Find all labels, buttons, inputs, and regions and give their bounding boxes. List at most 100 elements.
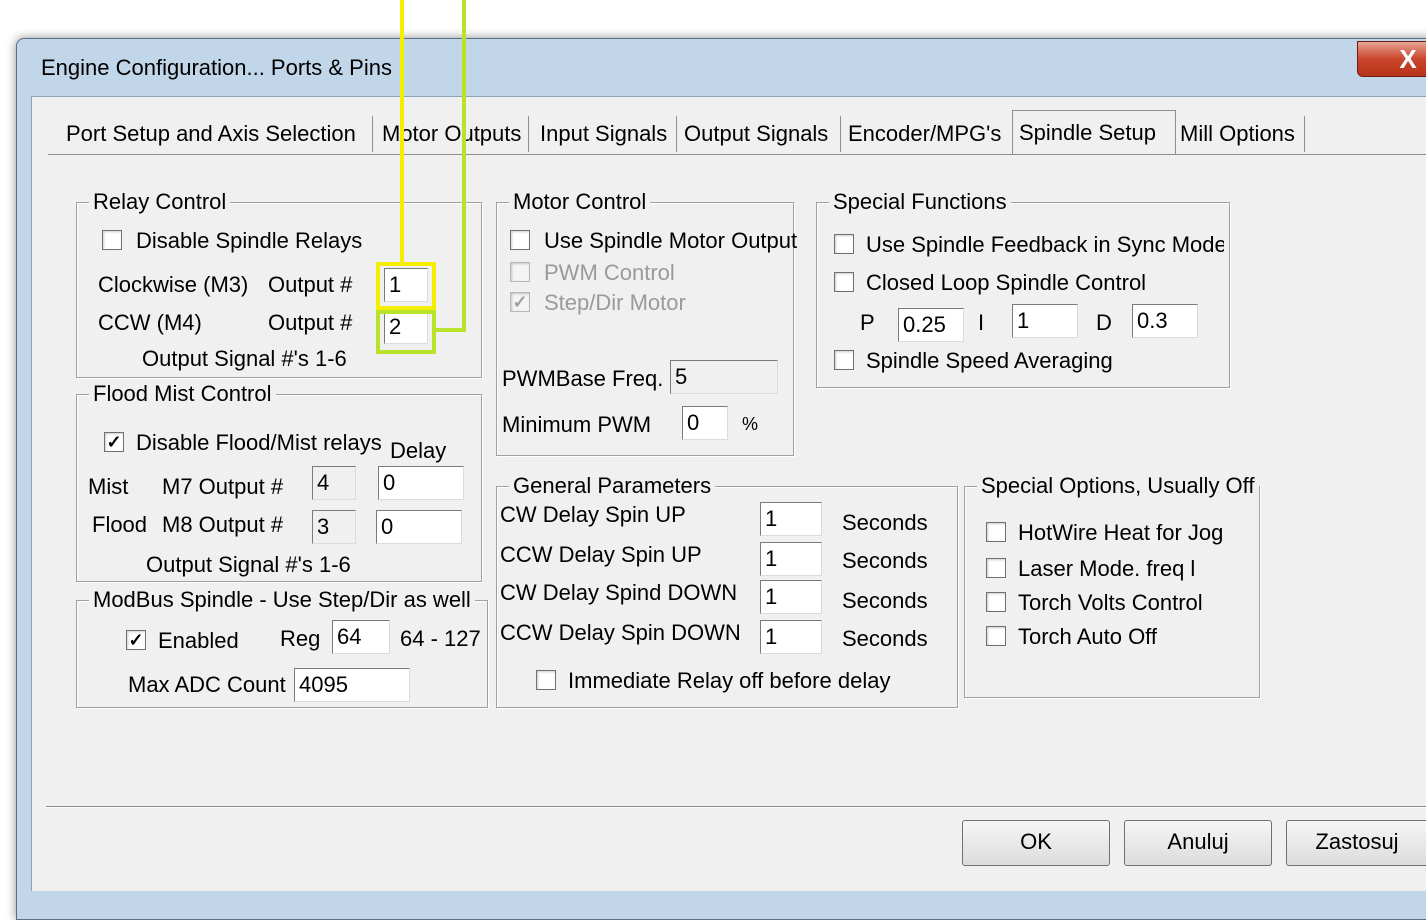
p-label: P xyxy=(860,310,875,335)
ok-button[interactable]: OK xyxy=(962,820,1110,866)
general-row-input[interactable] xyxy=(760,542,822,576)
step-dir-motor-checkbox[interactable]: ✓ xyxy=(510,292,530,312)
yellow-highlight-line xyxy=(400,0,404,266)
relay-output-note: Output Signal #'s 1-6 xyxy=(142,346,347,371)
flood-output-note: Output Signal #'s 1-6 xyxy=(146,552,351,577)
green-highlight-box xyxy=(376,310,436,354)
laser-mode-label: Laser Mode. freq l xyxy=(1018,556,1196,581)
torch-auto-off-checkbox[interactable] xyxy=(986,626,1006,646)
use-spindle-motor-output-label: Use Spindle Motor Output xyxy=(544,228,798,253)
general-parameters-legend: General Parameters xyxy=(509,473,716,499)
pwm-base-label: PWMBase Freq. xyxy=(502,366,664,391)
check-icon: ✓ xyxy=(128,630,144,650)
hotwire-checkbox[interactable] xyxy=(986,522,1006,542)
mist-label: Mist xyxy=(88,474,129,499)
cw-output-label: Output # xyxy=(268,272,353,297)
general-row-unit: Seconds xyxy=(842,626,928,651)
closed-loop-label: Closed Loop Spindle Control xyxy=(866,270,1147,295)
general-row-input[interactable] xyxy=(760,502,822,536)
spindle-feedback-checkbox[interactable] xyxy=(834,234,854,254)
tab-port-setup[interactable]: Port Setup and Axis Selection xyxy=(60,116,373,152)
modbus-legend: ModBus Spindle - Use Step/Dir as well xyxy=(89,587,475,613)
tab-encoder-mpg[interactable]: Encoder/MPG's xyxy=(842,116,1013,152)
tab-motor-outputs[interactable]: Motor Outputs xyxy=(376,116,529,152)
tab-label: Output Signals xyxy=(684,121,829,146)
i-label: I xyxy=(978,310,985,335)
modbus-reg-label: Reg xyxy=(280,626,321,651)
closed-loop-checkbox[interactable] xyxy=(834,272,854,292)
general-row-unit: Seconds xyxy=(842,548,928,573)
use-spindle-motor-output-checkbox[interactable] xyxy=(510,230,530,250)
disable-flood-mist-checkbox[interactable]: ✓ xyxy=(104,432,124,452)
m7-output-input[interactable] xyxy=(312,466,356,500)
m7-output-label: M7 Output # xyxy=(162,474,284,499)
ccw-output-label: Output # xyxy=(268,310,353,335)
torch-volts-label: Torch Volts Control xyxy=(1018,590,1203,615)
m7-delay-input[interactable] xyxy=(378,466,464,500)
general-row-unit: Seconds xyxy=(842,588,928,613)
max-adc-input[interactable] xyxy=(294,668,410,702)
tab-input-signals[interactable]: Input Signals xyxy=(534,116,677,152)
disable-spindle-relays-label: Disable Spindle Relays xyxy=(136,228,363,253)
cw-label: Clockwise (M3) xyxy=(98,272,249,297)
general-row-unit: Seconds xyxy=(842,510,928,535)
d-input[interactable] xyxy=(1132,304,1198,338)
general-row-input[interactable] xyxy=(760,620,822,654)
flood-label: Flood xyxy=(92,512,148,537)
min-pwm-label: Minimum PWM xyxy=(502,412,652,437)
general-row-label: CW Delay Spind DOWN xyxy=(500,580,738,605)
motor-control-legend: Motor Control xyxy=(509,189,651,215)
special-options-legend: Special Options, Usually Off xyxy=(977,473,1259,499)
general-row-label: CCW Delay Spin UP xyxy=(500,542,702,567)
speed-averaging-label: Spindle Speed Averaging xyxy=(866,348,1113,373)
check-icon: ✓ xyxy=(512,292,528,312)
i-input[interactable] xyxy=(1012,304,1078,338)
max-adc-label: Max ADC Count xyxy=(128,672,286,697)
disable-flood-mist-label: Disable Flood/Mist relays xyxy=(136,430,382,455)
pwm-control-label: PWM Control xyxy=(544,260,675,285)
cancel-button[interactable]: Anuluj xyxy=(1124,820,1272,866)
pwm-base-input[interactable] xyxy=(670,360,778,394)
tab-bar: Port Setup and Axis Selection Motor Outp… xyxy=(0,0,1426,160)
m8-output-label: M8 Output # xyxy=(162,512,284,537)
modbus-enabled-label: Enabled xyxy=(158,628,239,653)
apply-button[interactable]: Zastosuj xyxy=(1286,820,1426,866)
m8-delay-input[interactable] xyxy=(376,510,462,544)
modbus-enabled-checkbox[interactable]: ✓ xyxy=(126,630,146,650)
tab-output-signals[interactable]: Output Signals xyxy=(678,116,841,152)
tab-label: Port Setup and Axis Selection xyxy=(66,121,356,146)
tab-label: Input Signals xyxy=(540,121,668,146)
modbus-range-label: 64 - 127 xyxy=(400,626,481,651)
torch-volts-checkbox[interactable] xyxy=(986,592,1006,612)
flood-mist-legend: Flood Mist Control xyxy=(89,381,276,407)
m8-output-input[interactable] xyxy=(312,510,356,544)
green-highlight-connector xyxy=(432,328,466,332)
ccw-label: CCW (M4) xyxy=(98,310,202,335)
tab-label: Encoder/MPG's xyxy=(848,121,1002,146)
step-dir-motor-label: Step/Dir Motor xyxy=(544,290,686,315)
bottom-separator xyxy=(46,806,1426,807)
percent-label: % xyxy=(742,414,759,434)
speed-averaging-checkbox[interactable] xyxy=(834,350,854,370)
general-row-input[interactable] xyxy=(760,580,822,614)
general-row-label: CW Delay Spin UP xyxy=(500,502,686,527)
modbus-reg-input[interactable] xyxy=(332,620,390,654)
torch-auto-off-label: Torch Auto Off xyxy=(1018,624,1158,649)
green-highlight-line xyxy=(462,0,466,332)
tab-label: Spindle Setup xyxy=(1019,120,1156,145)
special-functions-legend: Special Functions xyxy=(829,189,1011,215)
laser-mode-checkbox[interactable] xyxy=(986,558,1006,578)
spindle-feedback-label: Use Spindle Feedback in Sync Modes xyxy=(866,232,1224,257)
pwm-control-checkbox[interactable] xyxy=(510,262,530,282)
immediate-relay-checkbox[interactable] xyxy=(536,670,556,690)
immediate-relay-label: Immediate Relay off before delay xyxy=(568,668,891,693)
tab-mill-options[interactable]: Mill Options xyxy=(1174,116,1305,152)
p-input[interactable] xyxy=(898,308,964,342)
d-label: D xyxy=(1096,310,1112,335)
disable-spindle-relays-checkbox[interactable] xyxy=(102,230,122,250)
min-pwm-input[interactable] xyxy=(682,406,728,440)
tab-spindle-setup[interactable]: Spindle Setup xyxy=(1012,110,1176,155)
check-icon: ✓ xyxy=(106,432,122,452)
tab-label: Mill Options xyxy=(1180,121,1295,146)
yellow-highlight-box xyxy=(376,262,436,310)
